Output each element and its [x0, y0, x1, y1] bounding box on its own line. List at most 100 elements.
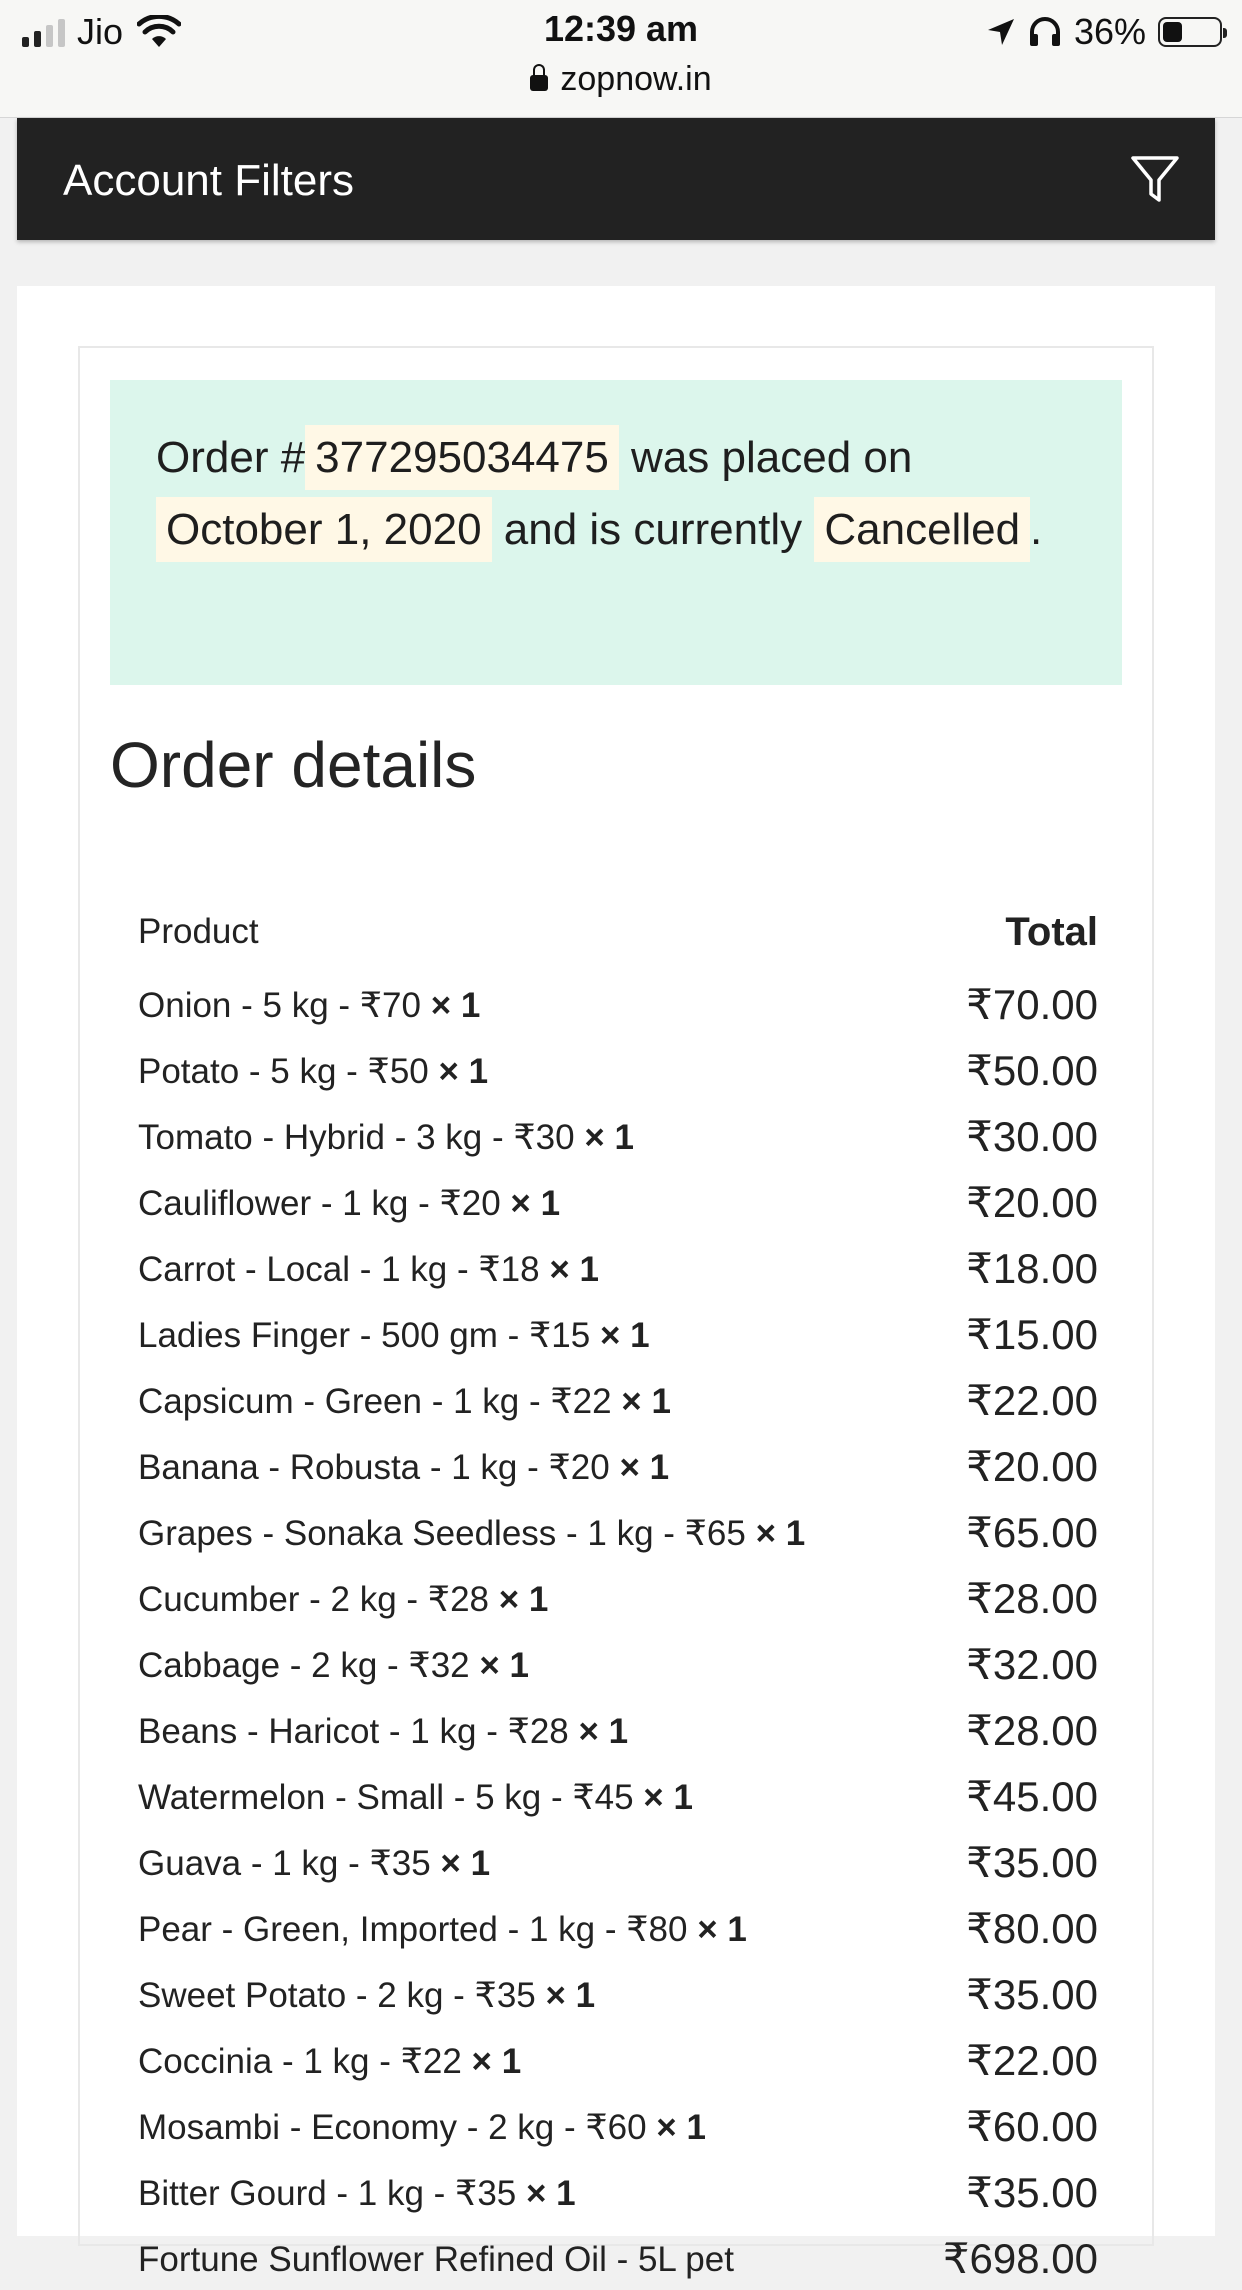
line-total: ₹30.00: [966, 1113, 1098, 1160]
product-name-cell: Cabbage - 2 kg - ₹32 × 1: [138, 1646, 529, 1686]
product-name-cell: Sweet Potato - 2 kg - ₹35 × 1: [138, 1976, 595, 2016]
account-filters-bar: Account Filters: [17, 118, 1215, 240]
address-bar[interactable]: zopnow.in: [0, 60, 1242, 99]
battery-icon: [1158, 17, 1227, 47]
product-name-cell: Carrot - Local - 1 kg - ₹18 × 1: [138, 1250, 599, 1290]
table-row: Cucumber - 2 kg - ₹28 × 1 ₹28.00: [138, 1564, 1098, 1630]
product-name: Fortune Sunflower Refined Oil - 5L pet: [138, 2240, 734, 2279]
product-name-cell: Fortune Sunflower Refined Oil - 5L pet: [138, 2240, 734, 2280]
headphones-icon: [1029, 17, 1060, 46]
table-row: Grapes - Sonaka Seedless - 1 kg - ₹65 × …: [138, 1498, 1098, 1564]
product-quantity: × 1: [584, 1118, 634, 1157]
content-card: Order #377295034475 was placed on Octobe…: [17, 286, 1215, 2282]
order-status: Cancelled: [814, 497, 1031, 562]
product-name: Tomato - Hybrid - 3 kg - ₹30: [138, 1118, 575, 1157]
product-name-cell: Tomato - Hybrid - 3 kg - ₹30 × 1: [138, 1118, 634, 1158]
product-name-cell: Capsicum - Green - 1 kg - ₹22 × 1: [138, 1382, 671, 1422]
line-total: ₹45.00: [966, 1773, 1098, 1820]
line-total: ₹15.00: [966, 1311, 1098, 1358]
line-total: ₹60.00: [966, 2103, 1098, 2150]
line-total: ₹35.00: [966, 1839, 1098, 1886]
product-name-cell: Potato - 5 kg - ₹50 × 1: [138, 1052, 488, 1092]
product-name-cell: Mosambi - Economy - 2 kg - ₹60 × 1: [138, 2108, 706, 2148]
product-name: Cauliflower - 1 kg - ₹20: [138, 1184, 501, 1223]
table-row: Sweet Potato - 2 kg - ₹35 × 1 ₹35.00: [138, 1960, 1098, 2026]
table-row: Watermelon - Small - 5 kg - ₹45 × 1 ₹45.0…: [138, 1762, 1098, 1828]
product-name: Beans - Haricot - 1 kg - ₹28: [138, 1712, 569, 1751]
line-total: ₹50.00: [966, 1047, 1098, 1094]
product-name-cell: Pear - Green, Imported - 1 kg - ₹80 × 1: [138, 1910, 747, 1950]
product-name: Watermelon - Small - 5 kg - ₹45: [138, 1778, 634, 1817]
product-name-cell: Onion - 5 kg - ₹70 × 1: [138, 986, 480, 1026]
line-total: ₹32.00: [966, 1641, 1098, 1688]
product-name: Ladies Finger - 500 gm - ₹15: [138, 1316, 591, 1355]
product-quantity: × 1: [621, 1382, 671, 1421]
notice-prefix: Order #: [156, 433, 306, 482]
product-name-cell: Cucumber - 2 kg - ₹28 × 1: [138, 1580, 548, 1620]
product-quantity: × 1: [578, 1712, 629, 1751]
order-status-notice: Order #377295034475 was placed on Octobe…: [110, 380, 1122, 685]
lock-icon: [530, 64, 549, 91]
line-total: ₹28.00: [966, 1575, 1098, 1622]
line-total: ₹20.00: [966, 1443, 1098, 1490]
location-arrow-icon: [987, 19, 1014, 45]
product-quantity: × 1: [525, 2174, 576, 2213]
status-bar: Jio 12:39 am zopnow.in 36%: [0, 0, 1242, 118]
product-quantity: × 1: [438, 1052, 489, 1091]
line-total: ₹22.00: [966, 1377, 1098, 1424]
product-name-cell: Grapes - Sonaka Seedless - 1 kg - ₹65 × …: [138, 1514, 805, 1554]
line-total: ₹35.00: [966, 1971, 1098, 2018]
battery-percent: 36%: [1073, 11, 1146, 52]
product-name: Guava - 1 kg - ₹35: [138, 1844, 431, 1883]
product-quantity: × 1: [549, 1250, 599, 1289]
line-total: ₹70.00: [966, 981, 1098, 1028]
product-name: Grapes - Sonaka Seedless - 1 kg - ₹65: [138, 1514, 746, 1553]
product-name: Pear - Green, Imported - 1 kg - ₹80: [138, 1910, 688, 1949]
product-quantity: × 1: [430, 986, 481, 1025]
product-name: Coccinia - 1 kg - ₹22: [138, 2042, 462, 2081]
notice-suffix: .: [1030, 505, 1043, 554]
table-row: Banana - Robusta - 1 kg - ₹20 × 1 ₹20.00: [138, 1432, 1098, 1498]
order-box: Order #377295034475 was placed on Octobe…: [78, 346, 1154, 2282]
url-text: zopnow.in: [560, 60, 712, 98]
table-header: Product Total: [138, 904, 1098, 970]
product-name: Bitter Gourd - 1 kg - ₹35: [138, 2174, 517, 2213]
table-row: Onion - 5 kg - ₹70 × 1 ₹70.00: [138, 970, 1098, 1036]
battery-level: [1163, 22, 1182, 42]
table-row: Beans - Haricot - 1 kg - ₹28 × 1 ₹28.00: [138, 1696, 1098, 1762]
product-name: Mosambi - Economy - 2 kg - ₹60: [138, 2108, 647, 2147]
table-row: Fortune Sunflower Refined Oil - 5L pet ₹6…: [138, 2224, 1098, 2290]
line-total: ₹28.00: [966, 1707, 1098, 1754]
product-name-cell: Coccinia - 1 kg - ₹22 × 1: [138, 2042, 521, 2082]
product-quantity: × 1: [697, 1910, 747, 1949]
order-date: October 1, 2020: [156, 497, 492, 562]
notice-text-1: was placed on: [618, 433, 913, 482]
line-total: ₹80.00: [966, 1905, 1098, 1952]
product-quantity: × 1: [471, 2042, 522, 2081]
product-quantity: × 1: [599, 1316, 650, 1355]
product-quantity: × 1: [545, 1976, 596, 2015]
product-name: Cabbage - 2 kg - ₹32: [138, 1646, 470, 1685]
product-name-cell: Banana - Robusta - 1 kg - ₹20 × 1: [138, 1448, 669, 1488]
filter-icon[interactable]: [1127, 152, 1183, 208]
product-quantity: × 1: [643, 1778, 693, 1817]
order-details-title: Order details: [110, 729, 477, 801]
product-quantity: × 1: [479, 1646, 530, 1685]
table-row: Bitter Gourd - 1 kg - ₹35 × 1 ₹35.00: [138, 2158, 1098, 2224]
product-name: Banana - Robusta - 1 kg - ₹20: [138, 1448, 610, 1487]
product-name-cell: Beans - Haricot - 1 kg - ₹28 × 1: [138, 1712, 628, 1752]
product-name-cell: Cauliflower - 1 kg - ₹20 × 1: [138, 1184, 560, 1224]
product-column-header: Product: [138, 912, 259, 951]
line-total: ₹65.00: [966, 1509, 1098, 1556]
product-quantity: × 1: [656, 2108, 706, 2147]
line-total: ₹698.00: [942, 2235, 1098, 2282]
line-total: ₹22.00: [966, 2037, 1098, 2084]
table-row: Pear - Green, Imported - 1 kg - ₹80 × 1 ₹…: [138, 1894, 1098, 1960]
table-row: Ladies Finger - 500 gm - ₹15 × 1 ₹15.00: [138, 1300, 1098, 1366]
order-number: 377295034475: [305, 425, 619, 490]
table-row: Cabbage - 2 kg - ₹32 × 1 ₹32.00: [138, 1630, 1098, 1696]
line-total: ₹18.00: [966, 1245, 1098, 1292]
table-row: Cauliflower - 1 kg - ₹20 × 1 ₹20.00: [138, 1168, 1098, 1234]
product-name: Cucumber - 2 kg - ₹28: [138, 1580, 490, 1619]
table-row: Mosambi - Economy - 2 kg - ₹60 × 1 ₹60.00: [138, 2092, 1098, 2158]
